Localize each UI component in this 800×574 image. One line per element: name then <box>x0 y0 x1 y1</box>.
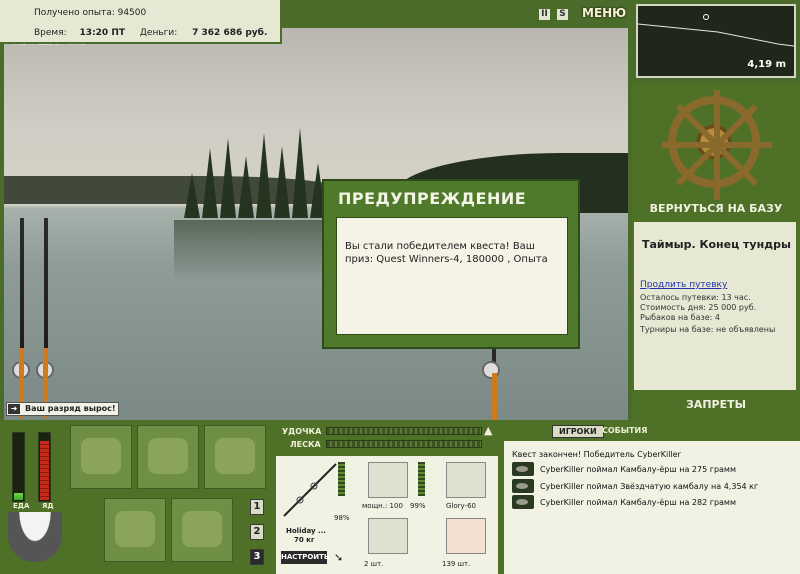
fish-icon <box>512 495 534 509</box>
line-name: Glory-60 <box>446 502 476 510</box>
food-label: ЕДА <box>13 502 30 510</box>
remaining-time: Осталось путевки: 13 час. <box>640 293 751 302</box>
line-label: ЛЕСКА <box>290 440 321 449</box>
poison-gauge <box>38 432 51 502</box>
rod-name[interactable]: Holiday ... <box>286 527 326 535</box>
fish-icon <box>512 479 534 493</box>
poison-label: ЯД <box>42 502 54 510</box>
ship-wheel-icon[interactable] <box>662 90 772 200</box>
bucket-icon <box>182 511 222 547</box>
reel-durability-bar <box>418 462 425 496</box>
base-info-panel: Таймыр. Конец тундры Продлить путевку Ос… <box>634 222 796 390</box>
line-tension-bar <box>326 440 482 448</box>
island-reflection <box>174 220 334 280</box>
sack-icon <box>148 438 188 474</box>
fishers-count: Рыбаков на базе: 4 <box>640 313 720 322</box>
rank-up-message[interactable]: Ваш разряд вырос! <box>6 402 119 416</box>
base-title: Таймыр. Конец тундры <box>642 238 791 251</box>
reel-icon <box>482 361 500 379</box>
return-to-base-button[interactable]: ВЕРНУТЬСЯ НА БАЗУ <box>632 202 800 215</box>
page-button-1[interactable]: 1 <box>250 499 264 515</box>
map-icon <box>215 438 255 474</box>
arrow-down-right-icon: ➘ <box>334 551 344 564</box>
bag-icon <box>81 438 121 474</box>
event-item: Квест закончен! Победитель CyberKiller <box>512 450 681 459</box>
events-tabbar: ИГРОКИ СОБЫТИЯ <box>504 421 800 441</box>
dialog-title: ПРЕДУПРЕЖДЕНИЕ <box>338 189 527 208</box>
basket-icon <box>115 511 155 547</box>
setup-button[interactable]: НАСТРОИТЬ <box>281 551 329 564</box>
dialog-message: Вы стали победителем квеста! Ваш приз: Q… <box>336 217 568 335</box>
inventory-sack-slot[interactable] <box>137 425 199 489</box>
bait-count: 139 шт. <box>442 560 471 568</box>
triangle-icon: ▲ <box>484 424 493 437</box>
rod-tension-bar <box>326 427 482 435</box>
page-button-2[interactable]: 2 <box>250 524 264 540</box>
depth-value: 4,19 m <box>747 59 786 70</box>
inventory-bag-slot[interactable] <box>70 425 132 489</box>
sound-icon[interactable]: S <box>556 8 569 21</box>
experience-text: Получено опыта: 94500 <box>34 8 147 18</box>
food-pot-icon[interactable] <box>8 512 62 562</box>
rod-icon <box>283 463 337 517</box>
shrimp-bait-icon[interactable] <box>446 518 486 554</box>
inventory-bucket-slot[interactable] <box>171 498 233 562</box>
time-label: Время: <box>34 28 67 38</box>
reel-slot-icon[interactable] <box>368 462 408 498</box>
line-slot-icon[interactable] <box>446 462 486 498</box>
rod-durability-bar <box>338 462 345 496</box>
bans-button[interactable]: ЗАПРЕТЫ <box>632 398 800 411</box>
depth-map: 4,19 m <box>636 4 796 78</box>
arrow-icon: ➜ <box>8 404 20 414</box>
player-status-panel: Получено опыта: 94500 Время: 13:20 ПТ Де… <box>0 0 282 44</box>
extend-permit-link[interactable]: Продлить путевку <box>640 280 727 290</box>
event-item: CyberKiller поймал Камбалу-ёрш на 282 гр… <box>540 498 736 507</box>
reel-power: мощн.: 100 <box>362 502 403 510</box>
tab-events[interactable]: СОБЫТИЯ <box>596 425 653 436</box>
money-label: Деньги: <box>139 28 178 38</box>
rod-percent: 98% <box>334 514 350 522</box>
hook-slot-icon[interactable] <box>368 518 408 554</box>
hooks-count: 2 шт. <box>364 560 384 568</box>
rod-weight: 70 кг <box>294 536 315 544</box>
menu-button[interactable]: МЕНЮ <box>582 6 626 20</box>
day-cost: Стоимость дня: 25 000 руб. <box>640 303 757 312</box>
rod-handle <box>492 373 497 420</box>
money-value: 7 362 686 руб. <box>192 28 268 38</box>
time-value: 13:20 ПТ <box>79 28 125 38</box>
event-item: CyberKiller поймал Камбалу-ёрш на 275 гр… <box>540 465 736 474</box>
inventory-basket-slot[interactable] <box>104 498 166 562</box>
warning-dialog[interactable]: ПРЕДУПРЕЖДЕНИЕ Вы стали победителем квес… <box>322 179 580 349</box>
reel-percent: 99% <box>410 502 426 510</box>
fish-icon <box>512 462 534 476</box>
event-item: CyberKiller поймал Звёздчатую камбалу на… <box>540 482 759 491</box>
inventory-map-slot[interactable] <box>204 425 266 489</box>
food-gauge <box>12 432 25 502</box>
tournaments-status: Турниры на базе: не объявлены <box>640 325 776 334</box>
island-with-trees <box>174 123 334 218</box>
page-button-3[interactable]: 3 <box>250 549 264 565</box>
pause-icon[interactable]: II <box>538 8 551 21</box>
rod-label: УДОЧКА <box>282 427 322 436</box>
